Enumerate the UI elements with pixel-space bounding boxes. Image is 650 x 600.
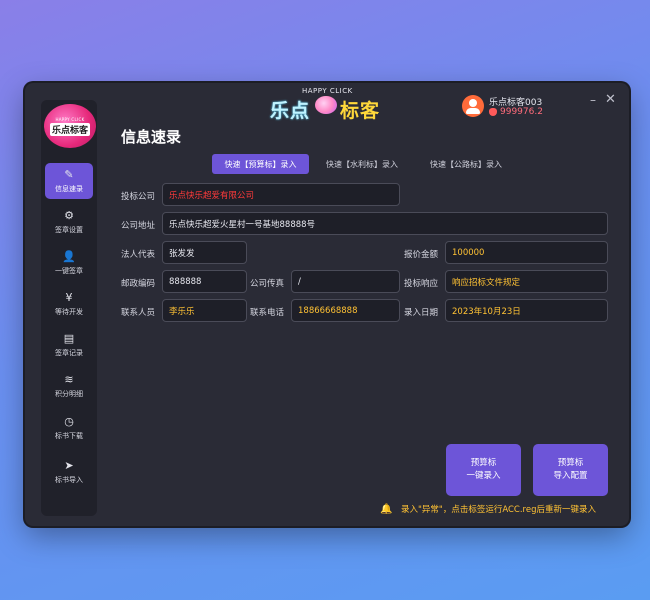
clock-icon: ◷ xyxy=(64,414,74,428)
notice-text: 录入"异常"，点击标签运行ACC.reg后重新一键录入 xyxy=(401,505,596,515)
sidebar-item-pending-dev[interactable]: ¥ 等待开发 xyxy=(45,286,93,322)
phone-field[interactable]: 18866668888 xyxy=(291,299,400,322)
fax-label: 公司传真 xyxy=(250,279,285,289)
money-bag-icon xyxy=(489,108,497,116)
contact-label: 联系人员 xyxy=(121,308,156,318)
sidebar-item-info-entry[interactable]: ✎ 信息速录 xyxy=(45,163,93,199)
response-field[interactable]: 响应招标文件规定 xyxy=(445,270,608,293)
sidebar-item-label: 标书下载 xyxy=(55,431,83,440)
date-field[interactable]: 2023年10月23日 xyxy=(445,299,608,322)
sidebar-item-tender-import[interactable]: ➤ 标书导入 xyxy=(45,454,93,490)
phone-label: 联系电话 xyxy=(250,308,285,318)
sidebar-item-tender-download[interactable]: ◷ 标书下载 xyxy=(45,410,93,446)
title-logo-left: 乐点 xyxy=(270,100,311,122)
sidebar-item-label: 积分明细 xyxy=(55,389,83,398)
date-label: 录入日期 xyxy=(404,308,439,318)
edit-icon: ✎ xyxy=(64,167,74,181)
legal-rep-field[interactable]: 张发发 xyxy=(162,241,247,264)
brain-icon xyxy=(315,96,337,114)
bid-company-label: 投标公司 xyxy=(121,192,156,202)
button-line-1: 预算标 xyxy=(557,458,584,468)
tab-water-bid[interactable]: 快速【水利标】录入 xyxy=(317,154,407,174)
sidebar-item-seal-records[interactable]: ▤ 签章记录 xyxy=(45,327,93,363)
gear-icon: ⚙ xyxy=(64,208,74,222)
close-icon[interactable]: ✕ xyxy=(605,92,616,107)
sidebar-item-label: 签章设置 xyxy=(55,225,83,234)
app-window: HAPPY CLICK 乐点标客 ✎ 信息速录 ⚙ 签章设置 👤 一键签章 ¥ … xyxy=(25,83,629,526)
user-icon: 👤 xyxy=(62,249,76,263)
address-field[interactable]: 乐点快乐超爱火星村一号基地88888号 xyxy=(162,212,608,235)
logo-text: 乐点标客 xyxy=(49,122,90,136)
send-icon: ➤ xyxy=(64,458,74,472)
minimize-icon[interactable]: – xyxy=(590,93,596,107)
bid-company-field[interactable]: 乐点快乐超爱有限公司 xyxy=(162,183,400,206)
avatar-head xyxy=(469,99,477,107)
budget-one-click-entry-button[interactable]: 预算标 一键录入 xyxy=(446,444,521,496)
yen-icon: ¥ xyxy=(65,290,73,304)
title-logo: HAPPY CLICK 乐点 标客 xyxy=(270,87,385,122)
avatar[interactable] xyxy=(462,95,484,117)
user-balance: 999976.2 xyxy=(489,107,543,117)
button-line-1: 预算标 xyxy=(470,458,497,468)
sidebar-item-points-detail[interactable]: ≋ 积分明细 xyxy=(45,368,93,404)
quote-field[interactable]: 100000 xyxy=(445,241,608,264)
logo-tagline: HAPPY CLICK xyxy=(55,116,85,122)
postcode-field[interactable]: 888888 xyxy=(162,270,247,293)
sidebar-item-label: 信息速录 xyxy=(55,184,83,193)
page-title: 信息速录 xyxy=(121,128,182,146)
address-label: 公司地址 xyxy=(121,221,156,231)
tab-highway-bid[interactable]: 快速【公路标】录入 xyxy=(421,154,511,174)
database-icon: ≋ xyxy=(64,372,74,386)
document-icon: ▤ xyxy=(63,331,75,345)
sidebar: HAPPY CLICK 乐点标客 ✎ 信息速录 ⚙ 签章设置 👤 一键签章 ¥ … xyxy=(41,100,97,516)
notice-bar: 🔔 录入"异常"，点击标签运行ACC.reg后重新一键录入 xyxy=(380,503,596,515)
bell-icon: 🔔 xyxy=(380,503,393,515)
sidebar-item-label: 签章记录 xyxy=(55,348,83,357)
button-line-2: 导入配置 xyxy=(553,471,588,481)
title-logo-right: 标客 xyxy=(340,100,381,122)
sidebar-item-label: 标书导入 xyxy=(55,475,83,484)
postcode-label: 邮政编码 xyxy=(121,279,156,289)
button-line-2: 一键录入 xyxy=(466,471,501,481)
budget-import-config-button[interactable]: 预算标 导入配置 xyxy=(533,444,608,496)
sidebar-item-label: 等待开发 xyxy=(55,307,83,316)
tab-budget-bid[interactable]: 快速【预算标】录入 xyxy=(212,154,309,174)
title-logo-tagline: HAPPY CLICK xyxy=(302,87,353,95)
quote-label: 报价金额 xyxy=(404,250,439,260)
avatar-body xyxy=(466,108,480,114)
legal-rep-label: 法人代表 xyxy=(121,250,156,260)
fax-field[interactable]: / xyxy=(291,270,400,293)
contact-field[interactable]: 李乐乐 xyxy=(162,299,247,322)
sidebar-item-one-click-seal[interactable]: 👤 一键签章 xyxy=(45,245,93,281)
response-label: 投标响应 xyxy=(404,279,439,289)
sidebar-item-label: 一键签章 xyxy=(55,266,83,275)
app-logo: HAPPY CLICK 乐点标客 xyxy=(44,104,96,148)
balance-value: 999976.2 xyxy=(500,107,543,117)
sidebar-item-seal-settings[interactable]: ⚙ 签章设置 xyxy=(45,204,93,240)
